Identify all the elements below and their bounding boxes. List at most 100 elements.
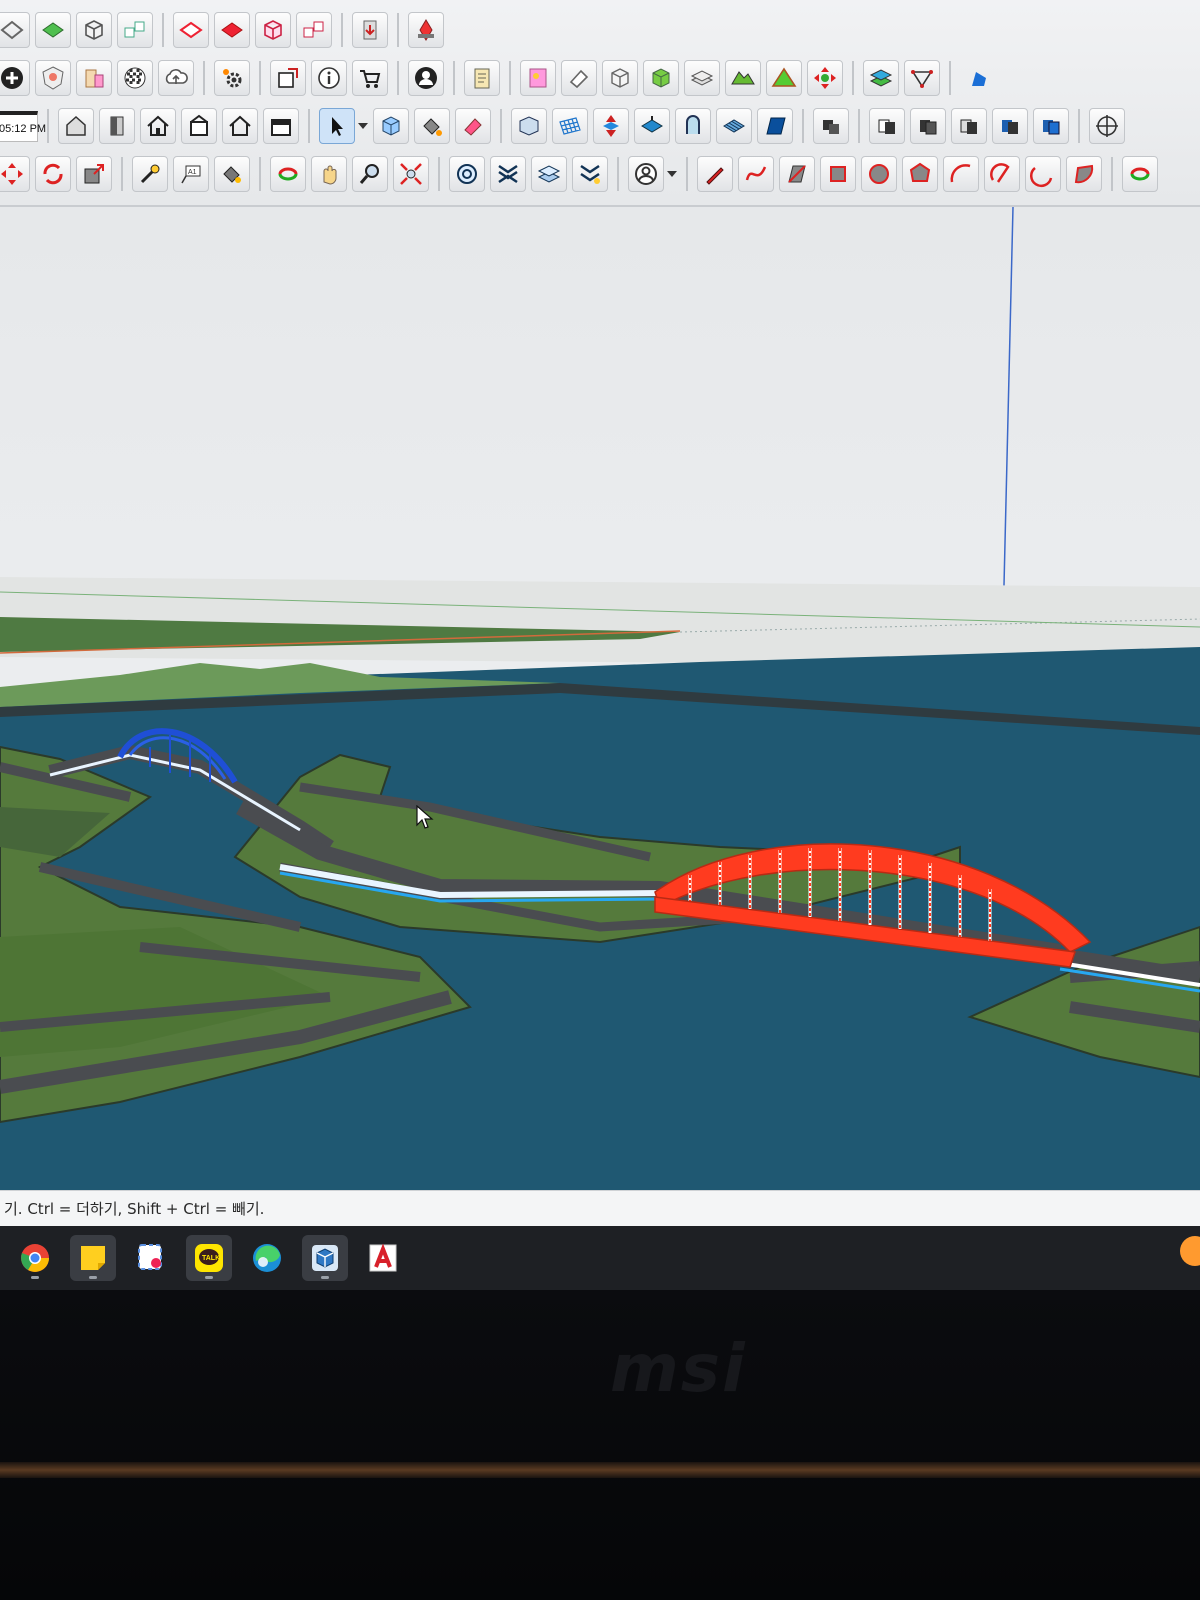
group-boxes-icon[interactable] xyxy=(296,12,332,48)
texture-icon[interactable] xyxy=(716,108,752,144)
blue-shape-icon[interactable] xyxy=(960,60,996,96)
user-icon[interactable] xyxy=(408,60,444,96)
plus-circle-icon[interactable] xyxy=(0,60,30,96)
dropdown-icon[interactable] xyxy=(358,123,368,129)
view-left-icon[interactable] xyxy=(951,108,987,144)
pencil-icon[interactable] xyxy=(697,156,733,192)
building-icon[interactable] xyxy=(76,60,112,96)
red-face-icon[interactable] xyxy=(214,12,250,48)
freehand-icon[interactable] xyxy=(738,156,774,192)
rotate-icon[interactable] xyxy=(35,156,71,192)
toolbar-separator xyxy=(259,61,261,95)
rotated-rect-icon[interactable] xyxy=(820,156,856,192)
orbit3-icon[interactable] xyxy=(1122,156,1158,192)
vertex-icon[interactable] xyxy=(904,60,940,96)
scene-icon[interactable] xyxy=(511,108,547,144)
chrome-icon[interactable] xyxy=(12,1235,58,1281)
polygon-icon[interactable] xyxy=(902,156,938,192)
eraser-pink-icon[interactable] xyxy=(455,108,491,144)
paint-bucket-icon[interactable] xyxy=(414,108,450,144)
layers2-icon[interactable] xyxy=(531,156,567,192)
clipboard-icon[interactable] xyxy=(464,60,500,96)
toolbar-separator xyxy=(500,109,502,143)
scale-icon[interactable] xyxy=(76,156,112,192)
select-arrow-icon[interactable] xyxy=(319,108,355,144)
toolbar-separator xyxy=(686,157,688,191)
move-arrows-icon[interactable] xyxy=(807,60,843,96)
sandbox-icon[interactable] xyxy=(634,108,670,144)
cube-3d-icon[interactable] xyxy=(602,60,638,96)
edge-icon[interactable] xyxy=(244,1235,290,1281)
paste-icon[interactable] xyxy=(352,12,388,48)
make-component-icon[interactable] xyxy=(373,108,409,144)
pan-icon[interactable] xyxy=(311,156,347,192)
paint2-icon[interactable] xyxy=(214,156,250,192)
shadow-icon[interactable] xyxy=(813,108,849,144)
green-face-icon[interactable] xyxy=(35,12,71,48)
house-3d-icon[interactable] xyxy=(58,108,94,144)
mountain-icon[interactable] xyxy=(766,60,802,96)
door-icon[interactable] xyxy=(99,108,135,144)
outliner-icon[interactable] xyxy=(449,156,485,192)
text-icon[interactable]: A1 xyxy=(173,156,209,192)
blue-axis-line xyxy=(1002,207,1014,628)
component-icon[interactable] xyxy=(270,60,306,96)
account-icon[interactable] xyxy=(628,156,664,192)
orbit2-icon[interactable] xyxy=(270,156,306,192)
account-dropdown-icon[interactable] xyxy=(667,171,677,177)
follow-icon[interactable] xyxy=(675,108,711,144)
red-outline-icon[interactable] xyxy=(173,12,209,48)
sticky-notes-icon[interactable] xyxy=(70,1235,116,1281)
drawing-viewport[interactable] xyxy=(0,207,1200,1190)
shield-map-icon[interactable] xyxy=(35,60,71,96)
eraser-icon[interactable] xyxy=(561,60,597,96)
house-outline-icon[interactable] xyxy=(222,108,258,144)
pie-icon[interactable] xyxy=(1066,156,1102,192)
section-icon[interactable] xyxy=(757,108,793,144)
status-hint-text: 기. Ctrl = 더하기, Shift + Ctrl = 빼기. xyxy=(4,1200,265,1218)
autocad-icon[interactable] xyxy=(360,1235,406,1281)
view-top-icon[interactable] xyxy=(1033,108,1069,144)
box-icon[interactable] xyxy=(76,12,112,48)
push-icon[interactable] xyxy=(593,108,629,144)
arc3-icon[interactable] xyxy=(1025,156,1061,192)
solid-box-icon[interactable] xyxy=(255,12,291,48)
bezel-accent-strip xyxy=(0,1462,1200,1478)
info-icon[interactable] xyxy=(311,60,347,96)
zoom-extents-icon[interactable] xyxy=(393,156,429,192)
push-pin-icon[interactable] xyxy=(408,12,444,48)
grid-icon[interactable] xyxy=(552,108,588,144)
zoom-icon[interactable] xyxy=(352,156,388,192)
toolbar-separator xyxy=(203,61,205,95)
terrain-icon[interactable] xyxy=(725,60,761,96)
green-cube-icon[interactable] xyxy=(643,60,679,96)
paint-icon[interactable] xyxy=(520,60,556,96)
arc2-icon[interactable] xyxy=(984,156,1020,192)
garage-icon[interactable] xyxy=(263,108,299,144)
arc-icon[interactable] xyxy=(943,156,979,192)
eraser-outline-icon[interactable] xyxy=(0,12,30,48)
view-front-icon[interactable] xyxy=(869,108,905,144)
cloud-icon[interactable] xyxy=(158,60,194,96)
orbit-icon[interactable] xyxy=(1089,108,1125,144)
tape-icon[interactable] xyxy=(132,156,168,192)
snipping-icon[interactable] xyxy=(128,1235,174,1281)
multi-box-icon[interactable] xyxy=(117,12,153,48)
cart-icon[interactable] xyxy=(352,60,388,96)
styles-icon[interactable] xyxy=(572,156,608,192)
circle-icon[interactable] xyxy=(861,156,897,192)
gear-icon[interactable] xyxy=(214,60,250,96)
kakaotalk-icon[interactable]: TALK xyxy=(186,1235,232,1281)
layer-stack-icon[interactable] xyxy=(863,60,899,96)
view-right-icon[interactable] xyxy=(992,108,1028,144)
move-icon[interactable] xyxy=(0,156,30,192)
x-ray-icon[interactable] xyxy=(490,156,526,192)
view-back-icon[interactable] xyxy=(910,108,946,144)
sketchup-icon[interactable] xyxy=(302,1235,348,1281)
toolbar-separator xyxy=(341,13,343,47)
rect-icon[interactable] xyxy=(779,156,815,192)
layers-icon[interactable] xyxy=(684,60,720,96)
checker-icon[interactable] xyxy=(117,60,153,96)
home-icon[interactable] xyxy=(140,108,176,144)
roof-icon[interactable] xyxy=(181,108,217,144)
